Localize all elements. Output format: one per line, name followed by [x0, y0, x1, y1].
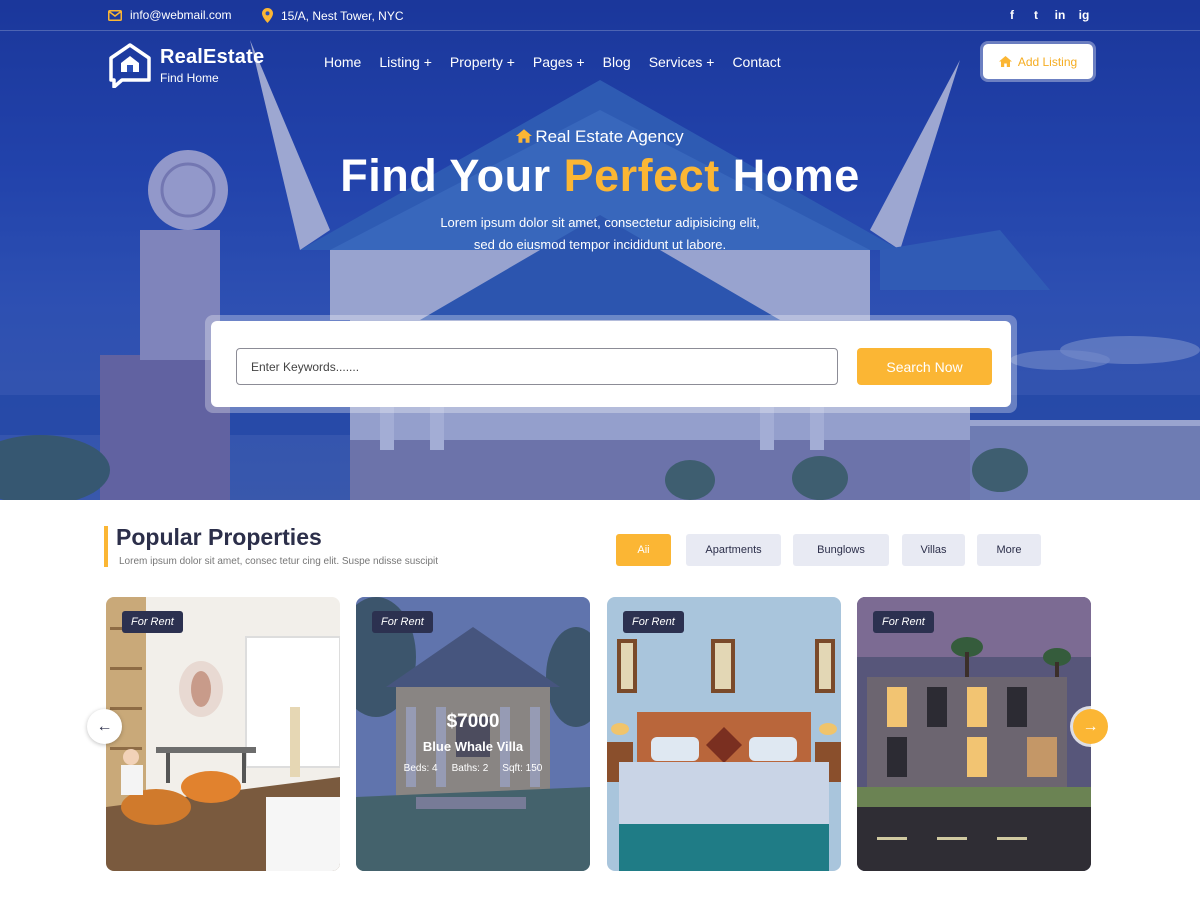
home-icon: [998, 56, 1012, 67]
carousel-prev-arrow-icon[interactable]: ←: [87, 709, 122, 744]
contact-address: 15/A, Nest Tower, NYC: [262, 8, 404, 23]
twitter-icon[interactable]: t: [1030, 8, 1042, 22]
search-now-button[interactable]: Search Now: [857, 348, 992, 385]
hero-description: Lorem ipsum dolor sit amet, consectetur …: [0, 212, 1200, 256]
keyword-search-input[interactable]: [236, 348, 838, 385]
living-room-photo: [106, 597, 340, 871]
hero-description-line-1: Lorem ipsum dolor sit amet, consectetur …: [440, 215, 760, 230]
headline-accent: Perfect: [563, 150, 720, 201]
filter-apartments[interactable]: Apartments: [686, 534, 781, 566]
for-rent-badge: For Rent: [623, 611, 684, 633]
property-card[interactable]: For Rent: [607, 597, 841, 871]
for-rent-badge: For Rent: [372, 611, 433, 633]
linkedin-icon[interactable]: in: [1054, 8, 1066, 22]
property-name[interactable]: Blue Whale Villa: [356, 739, 590, 754]
property-price: $7000: [446, 711, 500, 732]
brand-logo[interactable]: RealEstate Find Home: [108, 42, 264, 88]
property-specs: Beds: 4 Baths: 2 Sqft: 150: [356, 763, 590, 774]
beds-count: Beds: 4: [403, 763, 438, 774]
for-rent-badge: For Rent: [873, 611, 934, 633]
property-card[interactable]: For Rent $7000 Blue Whale Villa Beds: 4 …: [356, 597, 590, 871]
property-card[interactable]: For Rent: [106, 597, 340, 871]
nav-contact[interactable]: Contact: [732, 54, 780, 70]
main-nav: Home Listing + Property + Pages + Blog S…: [324, 54, 781, 70]
nav-blog[interactable]: Blog: [603, 54, 631, 70]
property-card[interactable]: For Rent: [857, 597, 1091, 871]
filter-all[interactable]: Aii: [616, 534, 671, 566]
headline-end: Home: [719, 150, 860, 201]
hero-section: info@webmail.com 15/A, Nest Tower, NYC f…: [0, 0, 1200, 500]
home-icon: [516, 129, 533, 143]
social-links: f t in ig: [1006, 8, 1090, 22]
envelope-icon: [108, 9, 122, 21]
house-logo-icon: [109, 43, 151, 88]
contact-address-text: 15/A, Nest Tower, NYC: [281, 8, 404, 23]
section-subtitle: Lorem ipsum dolor sit amet, consec tetur…: [119, 556, 439, 567]
carousel-next-arrow-icon[interactable]: →: [1073, 709, 1108, 744]
headline-start: Find Your: [340, 150, 564, 201]
filter-more[interactable]: More: [977, 534, 1041, 566]
nav-property[interactable]: Property +: [450, 54, 515, 70]
hero-description-line-2: sed do eiusmod tempor incididunt ut labo…: [473, 237, 727, 252]
nav-listing[interactable]: Listing +: [379, 54, 432, 70]
contact-email-text: info@webmail.com: [130, 8, 232, 22]
for-rent-badge: For Rent: [122, 611, 183, 633]
instagram-icon[interactable]: ig: [1078, 8, 1090, 22]
filter-bunglows[interactable]: Bunglows: [793, 534, 889, 566]
facebook-icon[interactable]: f: [1006, 8, 1018, 22]
filter-villas[interactable]: Villas: [902, 534, 965, 566]
nav-pages[interactable]: Pages +: [533, 54, 585, 70]
section-title: Popular Properties: [116, 524, 322, 550]
contact-email[interactable]: info@webmail.com: [108, 8, 232, 22]
townhouse-photo: [857, 597, 1091, 871]
bedroom-photo: [607, 597, 841, 871]
hero-headline: Find Your Perfect Home: [0, 150, 1200, 202]
nav-services[interactable]: Services +: [649, 54, 715, 70]
section-accent-bar: [104, 526, 108, 567]
baths-count: Baths: 2: [451, 763, 489, 774]
hero-kicker-text: Real Estate Agency: [535, 127, 684, 146]
nav-home[interactable]: Home: [324, 54, 361, 70]
brand-tagline: Find Home: [160, 70, 219, 85]
hero-kicker: Real Estate Agency: [0, 127, 1200, 147]
add-listing-label: Add Listing: [1017, 54, 1078, 69]
add-listing-button[interactable]: Add Listing: [983, 44, 1093, 79]
top-bar: info@webmail.com 15/A, Nest Tower, NYC f…: [0, 0, 1200, 31]
card-hover-overlay: [356, 597, 590, 871]
sqft-value: Sqft: 150: [502, 763, 543, 774]
brand-name: RealEstate: [160, 45, 265, 68]
map-pin-icon: [262, 8, 273, 23]
